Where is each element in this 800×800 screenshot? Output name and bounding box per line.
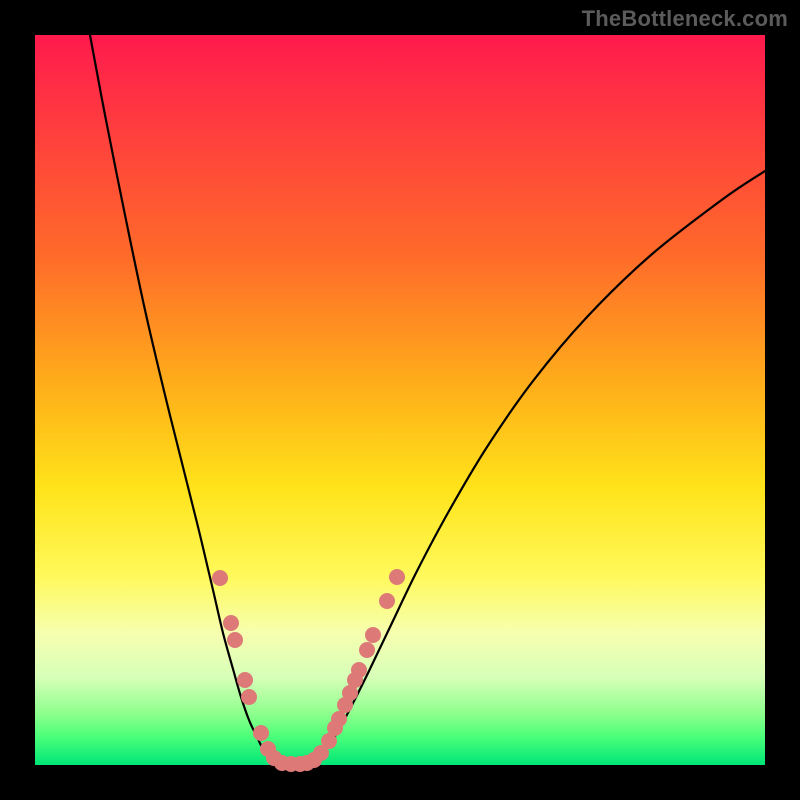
marker-point	[253, 725, 269, 741]
chart-svg	[35, 35, 765, 765]
marker-point	[351, 662, 367, 678]
marker-point	[223, 615, 239, 631]
marker-layer	[212, 569, 405, 772]
marker-point	[359, 642, 375, 658]
marker-point	[389, 569, 405, 585]
marker-point	[237, 672, 253, 688]
marker-point	[331, 711, 347, 727]
bottleneck-curve	[90, 35, 765, 765]
watermark-text: TheBottleneck.com	[582, 6, 788, 32]
plot-area	[35, 35, 765, 765]
marker-point	[227, 632, 243, 648]
outer-frame: TheBottleneck.com	[0, 0, 800, 800]
marker-point	[212, 570, 228, 586]
marker-point	[241, 689, 257, 705]
marker-point	[365, 627, 381, 643]
marker-point	[379, 593, 395, 609]
